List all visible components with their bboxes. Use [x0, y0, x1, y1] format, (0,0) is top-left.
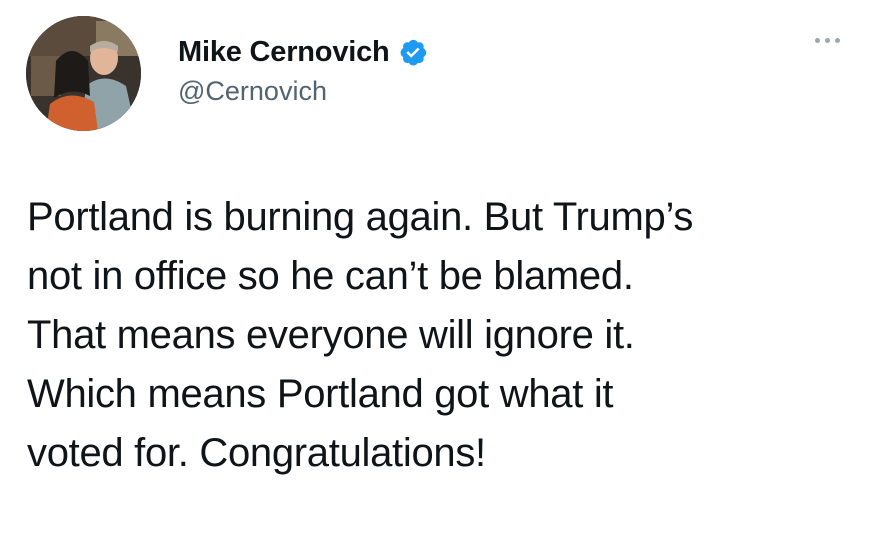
author-names: Mike Cernovich @Cernovich	[178, 34, 428, 107]
ellipsis-dot	[835, 38, 840, 43]
tweet-text-line: Which means Portland got what it	[27, 372, 614, 416]
avatar-photo	[26, 16, 141, 131]
ellipsis-dot	[815, 38, 820, 43]
tweet-card: Mike Cernovich @Cernovich Portland is bu…	[0, 0, 873, 544]
ellipsis-dot	[825, 38, 830, 43]
tweet-header: Mike Cernovich @Cernovich	[26, 16, 846, 131]
avatar[interactable]	[26, 16, 141, 131]
author-handle[interactable]: @Cernovich	[178, 76, 428, 107]
tweet-text: Portland is burning again. But Trump’s n…	[27, 188, 857, 483]
verified-badge-icon	[398, 37, 428, 67]
tweet-text-line: Portland is burning again. But Trump’s	[27, 195, 694, 239]
display-name[interactable]: Mike Cernovich	[178, 36, 390, 69]
tweet-text-line: voted for. Congratulations!	[27, 431, 486, 475]
tweet-text-line: not in office so he can’t be blamed.	[27, 254, 634, 298]
ellipsis-icon[interactable]	[815, 38, 840, 43]
tweet-text-line: That means everyone will ignore it.	[27, 313, 635, 357]
display-name-row: Mike Cernovich	[178, 34, 428, 70]
